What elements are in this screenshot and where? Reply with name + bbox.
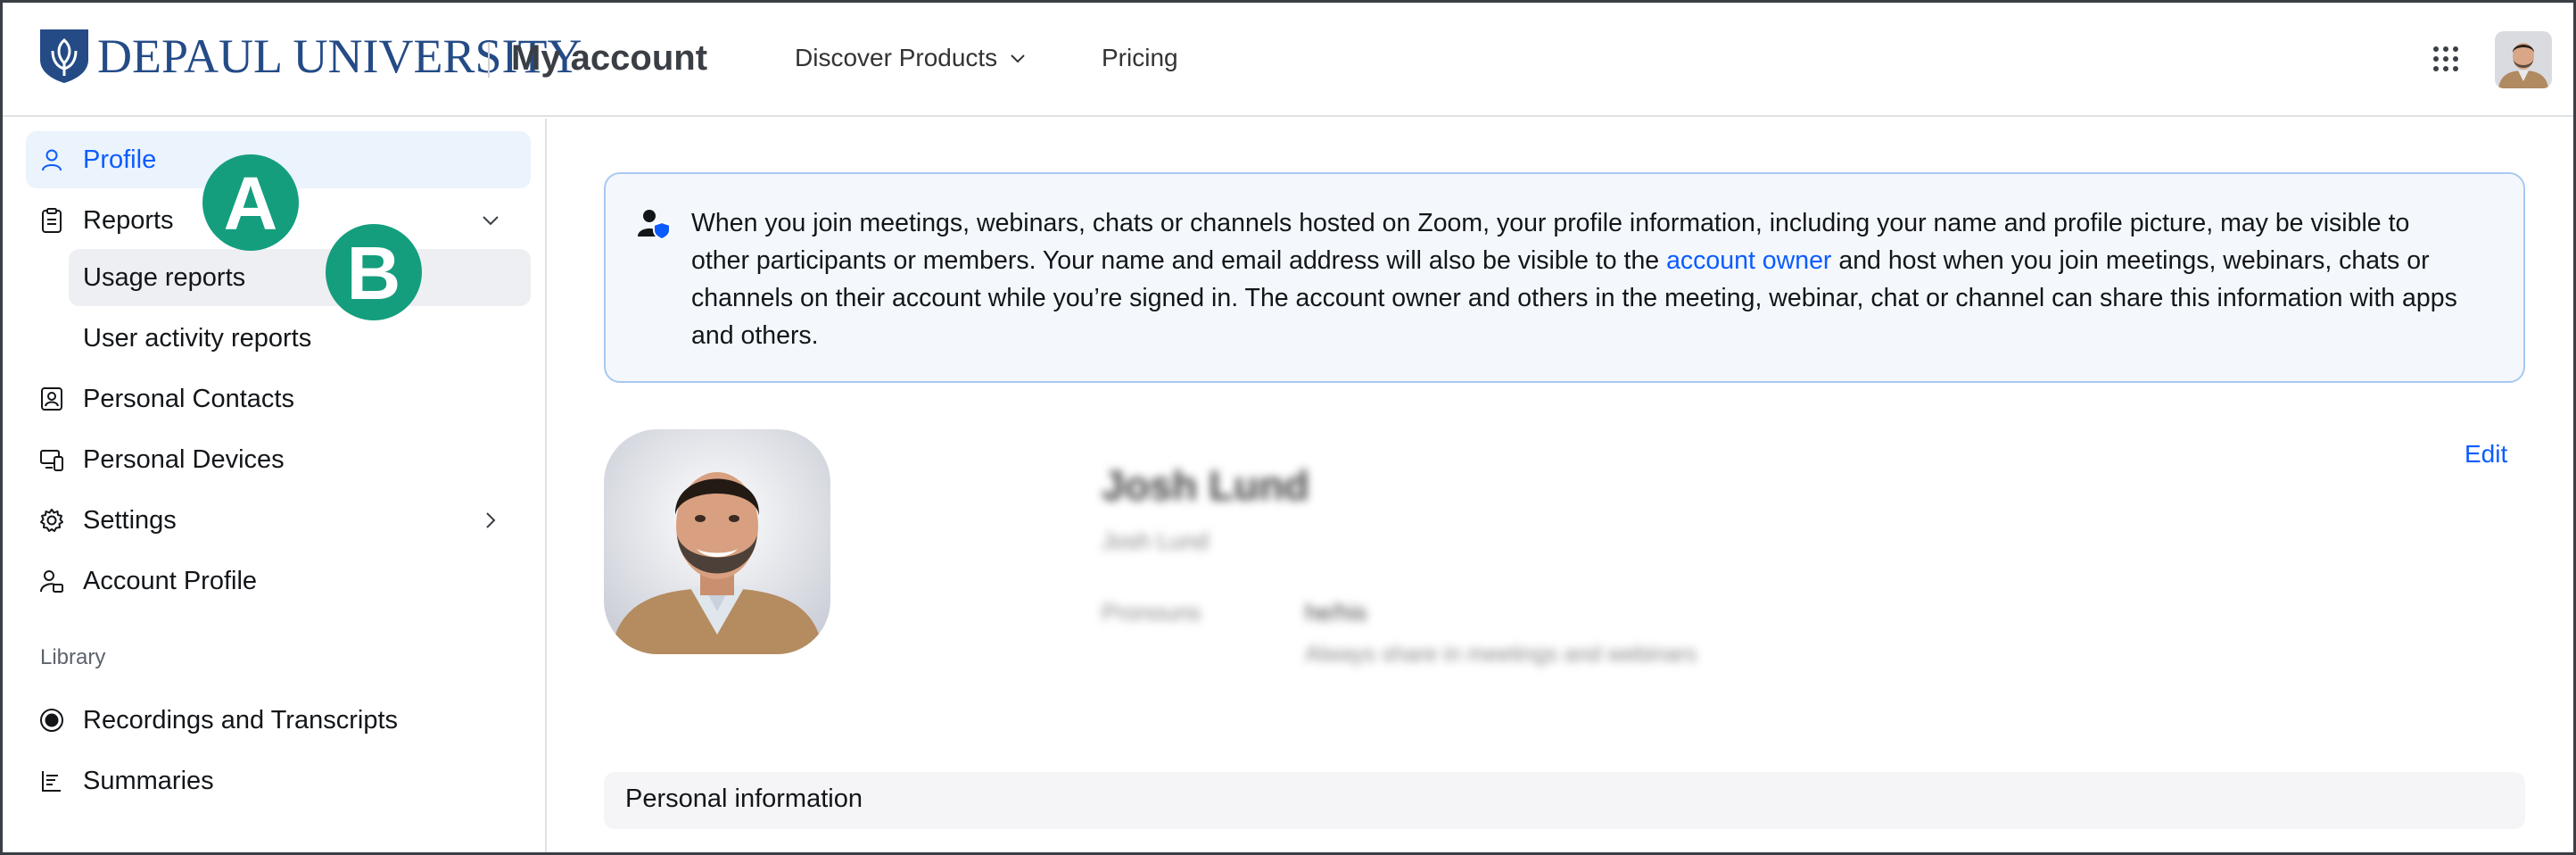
sidebar-item-label: Usage reports — [83, 262, 246, 292]
sidebar-item-label: Reports — [83, 205, 174, 235]
sidebar-item-usage-reports[interactable]: Usage reports — [69, 249, 531, 306]
record-icon — [40, 709, 63, 732]
chevron-right-icon[interactable] — [479, 509, 502, 532]
edit-profile-button[interactable]: Edit — [2465, 440, 2507, 469]
personal-information-section: Personal information — [604, 772, 2525, 829]
sidebar: Profile Reports Usage reports User activ… — [3, 119, 547, 852]
pronouns-label: Pronouns — [1102, 599, 1201, 626]
depaul-logo[interactable]: DEPAUL UNIVERSITY — [38, 28, 582, 85]
devices-icon — [40, 450, 63, 471]
pronouns-share-note: Always share in meetings and webinars — [1305, 642, 1697, 667]
profile-display-name: Josh Lund — [1102, 527, 1209, 554]
privacy-notice-text: When you join meetings, webinars, chats … — [691, 204, 2457, 354]
discover-products-label: Discover Products — [795, 44, 998, 71]
chevron-down-icon — [1011, 54, 1025, 63]
library-section-label: Library — [40, 645, 106, 669]
discover-products-menu[interactable]: Discover Products — [795, 40, 1028, 76]
sidebar-item-label: Personal Devices — [83, 444, 285, 474]
annotation-badge-a: A — [202, 154, 299, 251]
sidebar-item-summaries[interactable]: Summaries — [26, 752, 531, 809]
profile-photo-image — [604, 429, 830, 654]
user-icon — [42, 149, 62, 171]
sidebar-item-recordings[interactable]: Recordings and Transcripts — [26, 692, 531, 749]
user-shield-icon — [638, 210, 671, 241]
sidebar-item-personal-contacts[interactable]: Personal Contacts — [26, 370, 531, 428]
app-window: DEPAUL UNIVERSITY My account Discover Pr… — [0, 0, 2576, 855]
sidebar-item-label: Account Profile — [83, 566, 258, 595]
apps-grid-icon[interactable] — [2432, 46, 2459, 72]
account-owner-link[interactable]: account owner — [1666, 246, 1831, 275]
sidebar-item-personal-devices[interactable]: Personal Devices — [26, 431, 531, 488]
sidebar-item-user-activity-reports[interactable]: User activity reports — [69, 310, 531, 367]
logo-wordmark: DEPAUL UNIVERSITY — [97, 29, 582, 83]
gear-icon — [40, 509, 63, 532]
sidebar-item-label: Recordings and Transcripts — [83, 705, 398, 735]
header-divider — [488, 42, 490, 78]
privacy-notice-banner: When you join meetings, webinars, chats … — [604, 172, 2525, 383]
top-navigation-bar: DEPAUL UNIVERSITY My account Discover Pr… — [3, 3, 2573, 117]
contacts-icon — [41, 387, 62, 411]
depaul-shield-icon — [40, 29, 88, 83]
chevron-down-icon[interactable] — [479, 209, 502, 232]
summaries-icon — [42, 771, 61, 792]
sidebar-item-label: Settings — [83, 505, 177, 535]
clipboard-icon — [42, 208, 62, 233]
section-title: Personal information — [625, 784, 863, 813]
profile-picture[interactable] — [604, 429, 830, 654]
pricing-link[interactable]: Pricing — [1102, 40, 1178, 76]
profile-name: Josh Lund — [1102, 462, 1309, 509]
avatar-image — [2495, 31, 2552, 88]
account-profile-icon — [40, 570, 63, 593]
sidebar-item-label: Profile — [83, 145, 157, 174]
page-title[interactable]: My account — [511, 33, 707, 83]
sidebar-item-label: User activity reports — [83, 323, 312, 353]
user-avatar[interactable] — [2495, 31, 2552, 88]
pronouns-value: he/his — [1305, 599, 1367, 626]
annotation-badge-b: B — [326, 224, 422, 320]
sidebar-item-settings[interactable]: Settings — [26, 492, 531, 549]
sidebar-item-label: Personal Contacts — [83, 384, 294, 413]
sidebar-item-account-profile[interactable]: Account Profile — [26, 552, 531, 610]
sidebar-item-label: Summaries — [83, 766, 214, 795]
